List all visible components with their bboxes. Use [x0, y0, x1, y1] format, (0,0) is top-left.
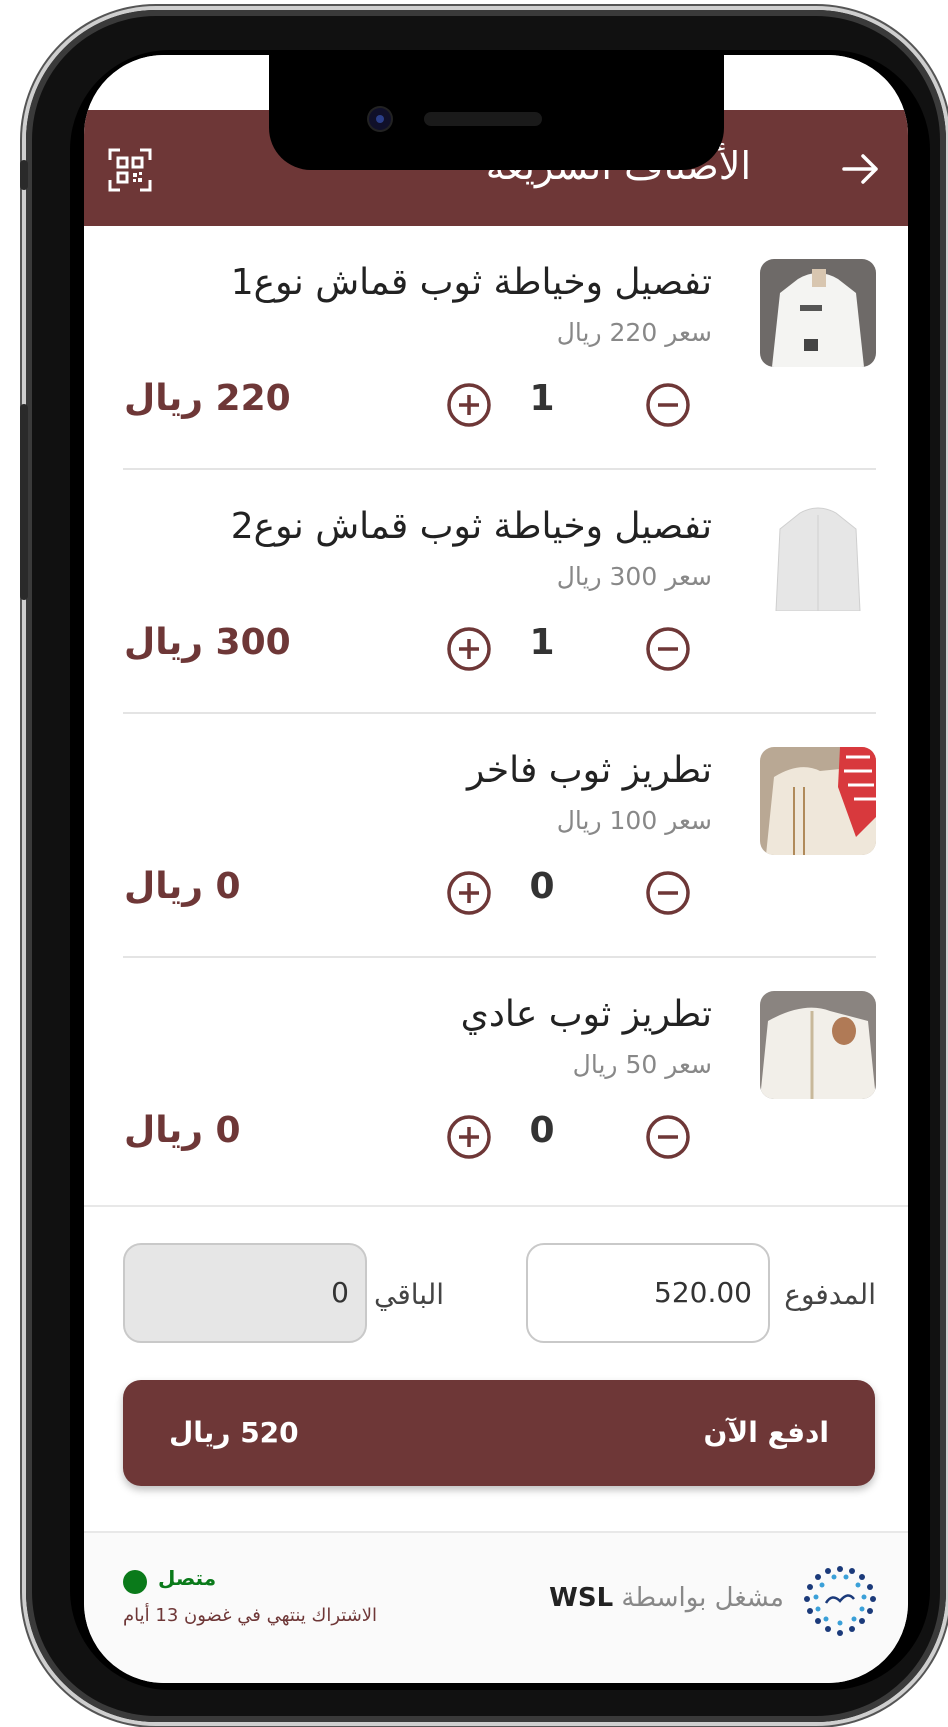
plus-circle-icon[interactable] — [446, 1114, 492, 1160]
screen: الأصناف السريعة تفصيل وخياطة ثوب قماش نو… — [84, 55, 908, 1683]
divider — [84, 1205, 908, 1207]
pay-amount: 520 ريال — [169, 1416, 299, 1449]
pay-now-button[interactable]: ادفع الآن 520 ريال — [123, 1380, 875, 1486]
subscription-notice: الاشتراك ينتهي في غضون 13 أيام — [123, 1605, 378, 1626]
list-item: تفصيل وخياطة ثوب قماش نوع2 سعر 300 ريال … — [84, 470, 908, 714]
arrow-right-icon[interactable] — [840, 148, 882, 190]
item-price: سعر 220 ريال — [556, 318, 712, 347]
camera-icon — [369, 108, 391, 130]
list-item: تطريز ثوب فاخر سعر 100 ريال 0 0 ريال — [84, 714, 908, 958]
wsl-logo-icon — [804, 1566, 876, 1636]
item-image — [760, 503, 876, 611]
list-item: تفصيل وخياطة ثوب قماش نوع1 سعر 220 ريال … — [84, 226, 908, 470]
phone-notch — [269, 55, 724, 170]
item-price: سعر 300 ريال — [556, 562, 712, 591]
phone-side-button — [20, 160, 28, 190]
minus-circle-icon[interactable] — [645, 1114, 691, 1160]
item-quantity: 1 — [529, 622, 555, 663]
powered-by: مشغل بواسطة WSL — [549, 1583, 784, 1613]
item-quantity: 1 — [529, 378, 555, 419]
pay-now-label: ادفع الآن — [703, 1416, 829, 1449]
item-name: تطريز ثوب فاخر — [467, 750, 712, 791]
item-name: تطريز ثوب عادي — [460, 994, 712, 1035]
paid-input[interactable]: 520.00 — [526, 1243, 770, 1343]
item-name: تفصيل وخياطة ثوب قماش نوع2 — [230, 506, 712, 547]
footer: مشغل بواسطة WSL متصل الاشتراك ينتهي في غ… — [84, 1533, 908, 1683]
remaining-label: الباقي — [373, 1278, 444, 1311]
item-total: 0 ريال — [124, 1110, 241, 1151]
item-quantity: 0 — [529, 866, 555, 907]
connection-status: متصل — [158, 1566, 217, 1590]
qr-scan-icon[interactable] — [106, 146, 154, 194]
phone-side-button — [20, 404, 28, 600]
minus-circle-icon[interactable] — [645, 382, 691, 428]
item-image — [760, 747, 876, 855]
item-name: تفصيل وخياطة ثوب قماش نوع1 — [230, 262, 712, 303]
brand-name: WSL — [549, 1583, 614, 1613]
speaker-grille — [424, 112, 542, 126]
minus-circle-icon[interactable] — [645, 870, 691, 916]
item-total: 300 ريال — [124, 622, 291, 663]
item-price: سعر 50 ريال — [572, 1050, 712, 1079]
item-image — [760, 991, 876, 1099]
items-list: تفصيل وخياطة ثوب قماش نوع1 سعر 220 ريال … — [84, 226, 908, 1202]
item-total: 220 ريال — [124, 378, 291, 419]
item-image — [760, 259, 876, 367]
plus-circle-icon[interactable] — [446, 382, 492, 428]
item-quantity: 0 — [529, 1110, 555, 1151]
plus-circle-icon[interactable] — [446, 626, 492, 672]
minus-circle-icon[interactable] — [645, 626, 691, 672]
remaining-field: 0 — [123, 1243, 367, 1343]
item-price: سعر 100 ريال — [556, 806, 712, 835]
plus-circle-icon[interactable] — [446, 870, 492, 916]
paid-label: المدفوع — [784, 1278, 876, 1311]
item-total: 0 ريال — [124, 866, 241, 907]
online-status-icon — [123, 1570, 147, 1594]
list-item: تطريز ثوب عادي سعر 50 ريال 0 0 ريال — [84, 958, 908, 1202]
